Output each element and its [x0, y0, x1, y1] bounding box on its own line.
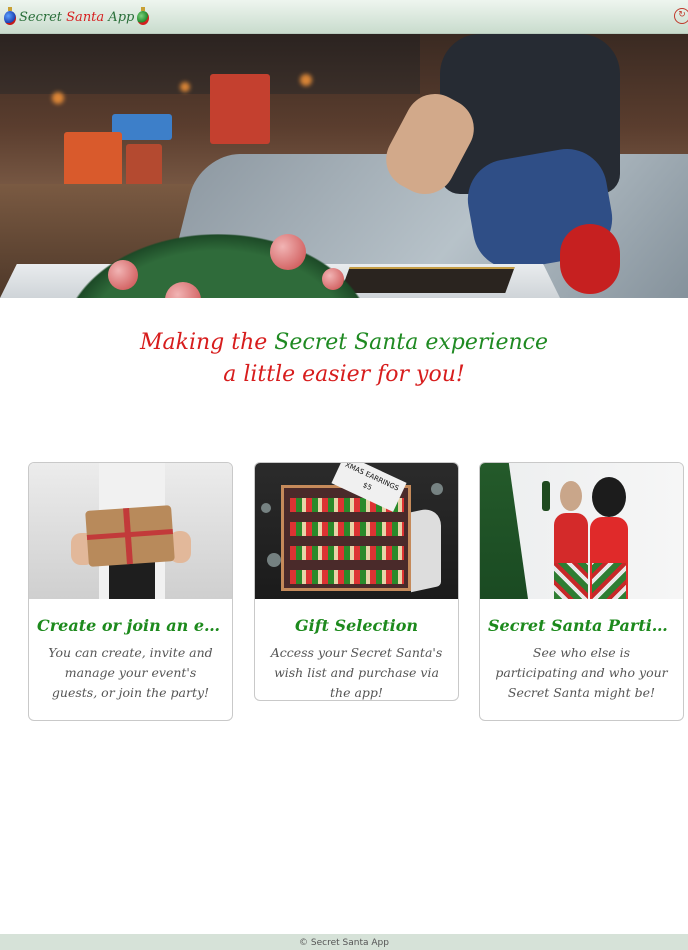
ornament-icon [137, 6, 150, 28]
earring-display-image: XMAS EARRINGS $5 [255, 463, 458, 599]
feature-card-gift-selection[interactable]: XMAS EARRINGS $5 Gift Selection Access y… [254, 462, 459, 701]
tagline: Making the Secret Santa experience a lit… [0, 327, 688, 391]
tagline-part1: Making the [140, 330, 275, 355]
card-text: See who else is participating and who yo… [495, 645, 668, 700]
brand-link[interactable]: Secret Santa App [4, 5, 150, 29]
hero-image [0, 34, 688, 298]
celebrating-friends-image [480, 463, 683, 599]
brand-text: Secret Santa App [19, 9, 135, 25]
footer-text: © Secret Santa App [299, 938, 389, 948]
logout-icon[interactable]: ↻ [674, 8, 688, 24]
feature-card-participants[interactable]: Secret Santa Participa... See who else i… [479, 462, 684, 721]
gift-in-hands-image [29, 463, 232, 599]
card-text: You can create, invite and manage your e… [48, 645, 213, 700]
ornament-icon [4, 6, 16, 28]
card-title: Gift Selection [294, 616, 419, 635]
feature-card-create-event[interactable]: Create or join an event You can create, … [28, 462, 233, 721]
footer: © Secret Santa App [0, 934, 688, 950]
card-text: Access your Secret Santa's wish list and… [270, 645, 443, 700]
card-title: Create or join an event [37, 616, 232, 635]
card-title: Secret Santa Participa... [488, 616, 683, 635]
navbar: Secret Santa App ↻ [0, 0, 688, 34]
tagline-highlight: Secret Santa experience [274, 330, 548, 355]
tagline-line2: a little easier for you! [223, 362, 465, 387]
